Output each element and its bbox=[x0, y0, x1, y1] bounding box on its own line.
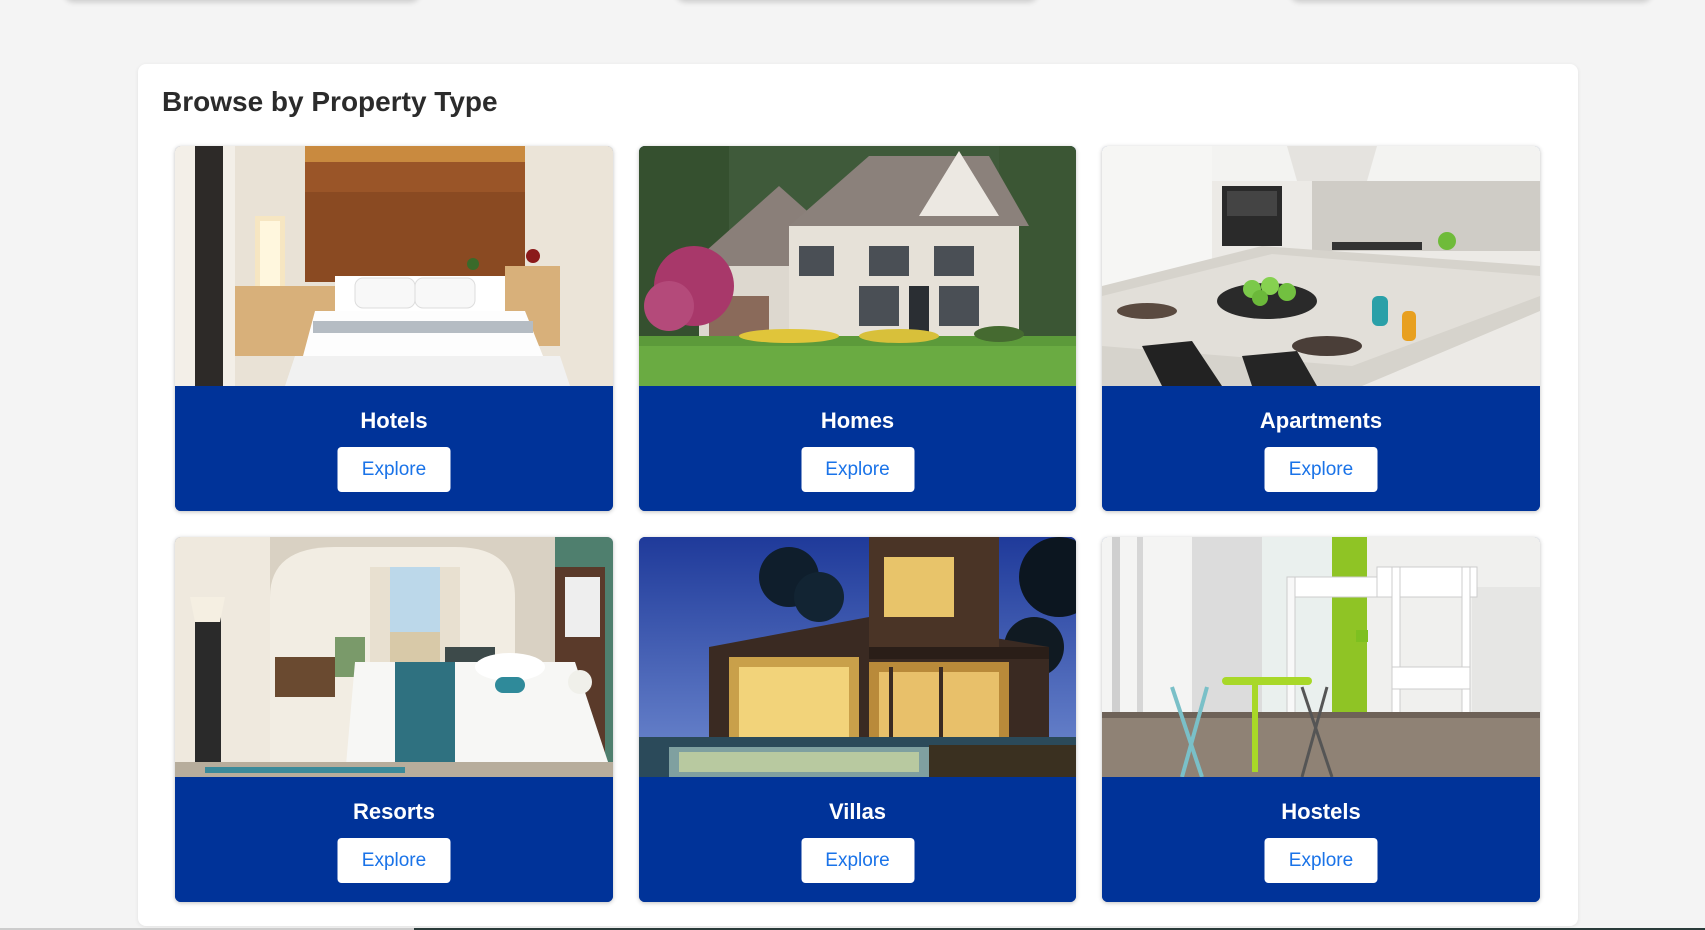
explore-button[interactable]: Explore bbox=[1264, 838, 1378, 883]
property-card-homes[interactable]: Homes Explore bbox=[639, 146, 1076, 511]
property-card-hostels[interactable]: Hostels Explore bbox=[1102, 537, 1540, 902]
card-label: Apartments bbox=[1259, 408, 1383, 433]
house-photo bbox=[639, 146, 1076, 386]
card-footer: Homes Explore bbox=[639, 386, 1076, 511]
card-footer: Villas Explore bbox=[639, 777, 1076, 902]
card-footer: Hotels Explore bbox=[175, 386, 613, 511]
property-card-resorts[interactable]: Resorts Explore bbox=[175, 537, 613, 902]
hotel-room-photo bbox=[175, 146, 613, 386]
card-footer: Apartments Explore bbox=[1102, 386, 1540, 511]
card-footer: Resorts Explore bbox=[175, 777, 613, 902]
explore-button[interactable]: Explore bbox=[1264, 447, 1378, 492]
card-label: Hostels bbox=[1281, 799, 1361, 824]
card-label: Resorts bbox=[353, 799, 435, 824]
card-label: Hotels bbox=[360, 408, 428, 433]
property-type-grid: Hotels Explore Homes Explore Apartments … bbox=[175, 146, 1541, 902]
explore-button[interactable]: Explore bbox=[337, 447, 451, 492]
property-type-section: Browse by Property Type Hotels Explore H… bbox=[138, 64, 1578, 926]
property-card-hotels[interactable]: Hotels Explore bbox=[175, 146, 613, 511]
card-footer: Hostels Explore bbox=[1102, 777, 1540, 902]
previous-section-edge bbox=[0, 0, 1705, 10]
explore-button[interactable]: Explore bbox=[801, 838, 914, 883]
card-label: Villas bbox=[828, 799, 887, 824]
explore-button[interactable]: Explore bbox=[801, 447, 914, 492]
section-title: Browse by Property Type bbox=[162, 86, 498, 117]
property-card-apartments[interactable]: Apartments Explore bbox=[1102, 146, 1540, 511]
resort-room-photo bbox=[175, 537, 613, 777]
property-card-villas[interactable]: Villas Explore bbox=[639, 537, 1076, 902]
kitchen-photo bbox=[1102, 146, 1540, 386]
bunk-beds-photo bbox=[1102, 537, 1540, 777]
explore-button[interactable]: Explore bbox=[337, 838, 451, 883]
villa-night-photo bbox=[639, 537, 1076, 777]
card-label: Homes bbox=[820, 408, 895, 433]
